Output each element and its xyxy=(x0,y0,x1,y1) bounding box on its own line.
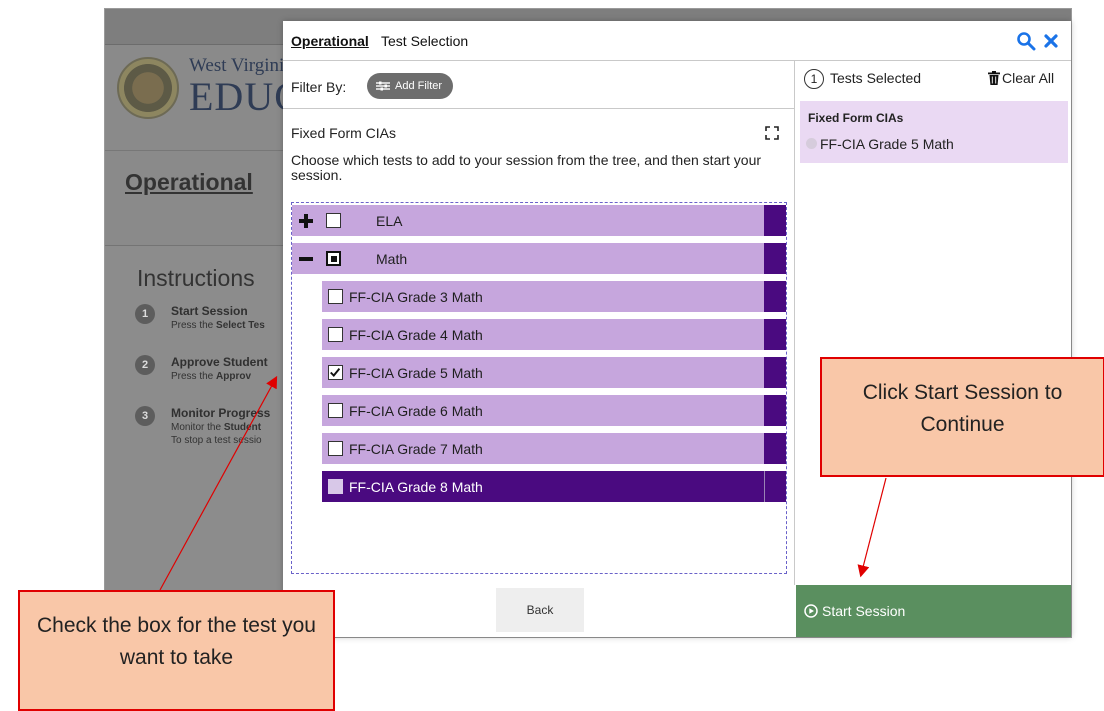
callout-check-box: Check the box for the test you want to t… xyxy=(18,590,335,711)
test-tree: ELA Math FF-CIA Grade 3 Math FF-CIA Grad… xyxy=(291,202,787,574)
step-description-line2: To stop a test sessio xyxy=(171,435,262,446)
test-selection-dialog: Operational Test Selection Filter By: Ad… xyxy=(283,21,1071,637)
clear-all-button[interactable]: Clear All xyxy=(1002,70,1054,86)
tree-checkbox[interactable] xyxy=(328,403,343,418)
step-name: Approve Student xyxy=(171,355,268,369)
test-group-title: Fixed Form CIAs xyxy=(291,125,397,141)
start-session-label: Start Session xyxy=(822,603,906,619)
back-button[interactable]: Back xyxy=(496,588,584,632)
screenshot-stage: West Virgini EDUC Operational Instructio… xyxy=(0,0,1104,711)
tree-row-endcap xyxy=(764,281,786,312)
add-filter-button[interactable]: Add Filter xyxy=(367,73,453,99)
remove-test-icon[interactable] xyxy=(806,138,817,149)
instructions-heading: Instructions xyxy=(137,265,255,291)
start-session-button[interactable]: Start Session xyxy=(796,585,1071,637)
filter-by-label: Filter By: xyxy=(291,79,347,95)
close-icon[interactable] xyxy=(1043,33,1059,49)
play-circle-icon xyxy=(804,604,818,618)
tree-node-ela[interactable]: ELA xyxy=(292,205,786,237)
expand-icon[interactable] xyxy=(765,126,779,140)
tree-node-label: FF-CIA Grade 4 Math xyxy=(349,327,483,343)
selected-count-badge: 1 xyxy=(804,69,824,89)
search-icon[interactable] xyxy=(1016,31,1036,51)
tree-node-grade-5-math[interactable]: FF-CIA Grade 5 Math xyxy=(322,357,786,389)
tree-row-endcap xyxy=(764,205,786,236)
dialog-title: Test Selection xyxy=(381,33,469,49)
selected-test-item: FF-CIA Grade 5 Math xyxy=(820,136,954,152)
tree-checkbox[interactable] xyxy=(328,479,343,494)
expand-plus-icon[interactable] xyxy=(298,213,314,229)
tree-node-label: FF-CIA Grade 5 Math xyxy=(349,365,483,381)
collapse-minus-icon[interactable] xyxy=(298,251,314,267)
tree-checkbox-checked[interactable] xyxy=(328,365,343,380)
tree-node-grade-7-math[interactable]: FF-CIA Grade 7 Math xyxy=(322,433,786,465)
dialog-title-operational: Operational xyxy=(291,33,369,49)
filter-bar: Filter By: Add Filter xyxy=(283,61,795,109)
tree-row-endcap xyxy=(764,433,786,464)
tree-node-label: FF-CIA Grade 8 Math xyxy=(349,479,483,495)
background-page-title: Operational xyxy=(125,169,253,195)
tree-node-grade-3-math[interactable]: FF-CIA Grade 3 Math xyxy=(322,281,786,313)
step-name: Monitor Progress xyxy=(171,406,271,420)
tree-checkbox[interactable] xyxy=(328,327,343,342)
state-seal-logo xyxy=(117,57,179,119)
selected-tests-pane: 1 Tests Selected Clear All Fixed Form CI… xyxy=(796,61,1071,585)
tree-node-math[interactable]: Math xyxy=(292,243,786,275)
tree-node-label: FF-CIA Grade 6 Math xyxy=(349,403,483,419)
tree-node-label: Math xyxy=(376,251,408,267)
step-description: Press the Select Tes xyxy=(171,320,265,331)
tree-node-grade-6-math[interactable]: FF-CIA Grade 6 Math xyxy=(322,395,786,427)
tree-checkbox[interactable] xyxy=(326,213,341,228)
step-description: Press the Approv xyxy=(171,371,252,382)
step-description: Monitor the Student xyxy=(171,422,262,433)
tree-row-endcap xyxy=(764,395,786,426)
tests-selected-label: Tests Selected xyxy=(830,70,922,86)
step-number-badge: 1 xyxy=(135,304,155,324)
tree-row-endcap xyxy=(764,357,786,388)
tree-checkbox-partial[interactable] xyxy=(326,251,341,266)
filter-sliders-icon xyxy=(376,81,390,91)
step-number-badge: 3 xyxy=(135,406,155,426)
tree-row-endcap xyxy=(764,243,786,274)
trash-icon[interactable] xyxy=(988,71,1000,85)
tree-node-grade-4-math[interactable]: FF-CIA Grade 4 Math xyxy=(322,319,786,351)
tree-row-endcap xyxy=(764,471,786,502)
checkmark-icon xyxy=(330,367,341,377)
dialog-header: Operational Test Selection xyxy=(283,21,1071,61)
tree-row-endcap xyxy=(764,319,786,350)
tree-node-label: FF-CIA Grade 7 Math xyxy=(349,441,483,457)
callout-start-session: Click Start Session to Continue xyxy=(820,357,1104,477)
test-tree-pane: Filter By: Add Filter Fixed Form CIAs Ch… xyxy=(283,61,795,585)
step-number-badge: 2 xyxy=(135,355,155,375)
add-filter-label: Add Filter xyxy=(395,80,443,92)
tree-checkbox[interactable] xyxy=(328,289,343,304)
step-name: Start Session xyxy=(171,304,248,318)
selected-group-title: Fixed Form CIAs xyxy=(808,111,904,125)
tree-node-label: FF-CIA Grade 3 Math xyxy=(349,289,483,305)
tree-checkbox[interactable] xyxy=(328,441,343,456)
tree-node-label: ELA xyxy=(376,213,403,229)
test-group-instructions: Choose which tests to add to your sessio… xyxy=(291,152,762,183)
selected-test-group-card: Fixed Form CIAs FF-CIA Grade 5 Math xyxy=(800,101,1068,163)
tree-node-grade-8-math[interactable]: FF-CIA Grade 8 Math xyxy=(322,471,786,503)
